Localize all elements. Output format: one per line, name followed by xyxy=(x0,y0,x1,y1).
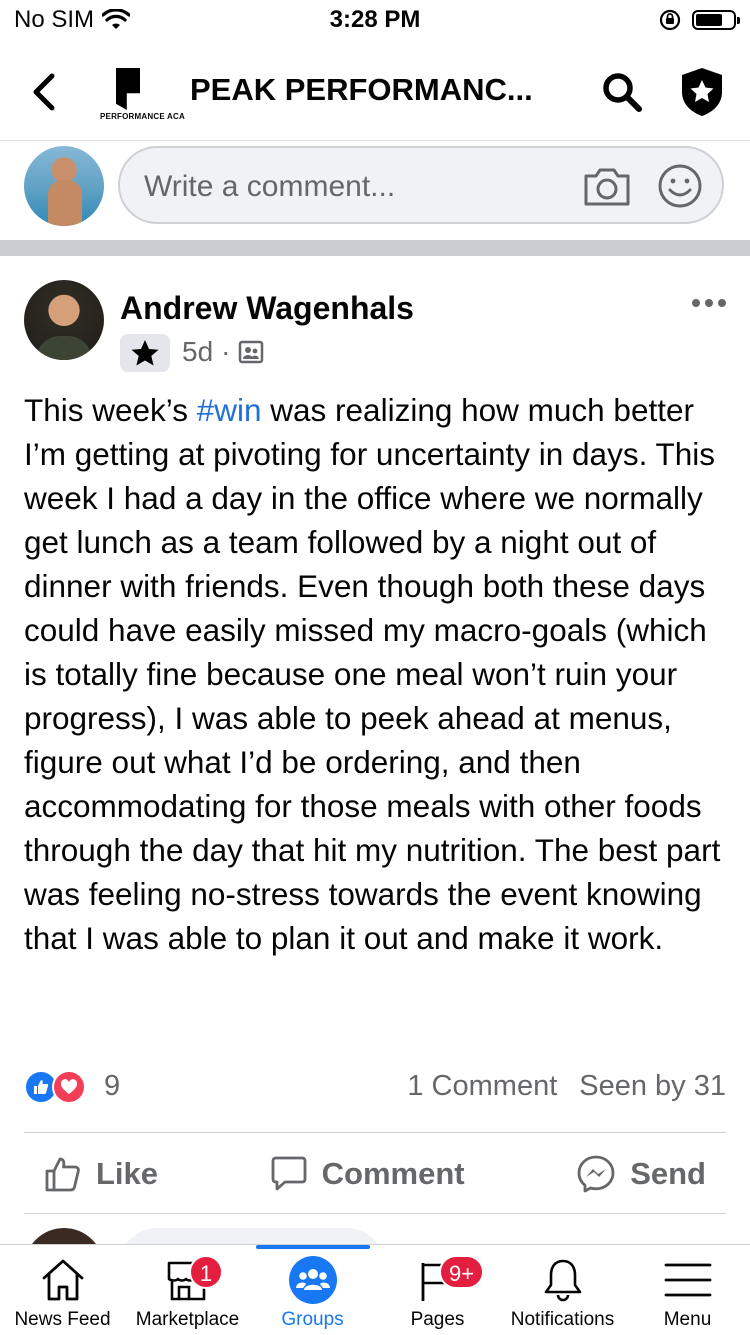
search-icon xyxy=(603,73,642,112)
tab-label-notifications: Notifications xyxy=(510,1309,615,1330)
tab-label-marketplace: Marketplace xyxy=(135,1309,240,1330)
groups-icon xyxy=(289,1256,337,1304)
current-user-avatar[interactable] xyxy=(24,146,104,226)
smiley-icon xyxy=(658,164,702,208)
seen-count[interactable]: Seen by 31 xyxy=(579,1070,726,1103)
like-label: Like xyxy=(96,1156,159,1191)
home-icon xyxy=(42,1259,84,1301)
comment-button[interactable]: Comment xyxy=(250,1155,485,1193)
reaction-count[interactable]: 9 xyxy=(104,1070,120,1103)
tab-groups[interactable]: Groups xyxy=(250,1245,375,1335)
comment-input[interactable]: Write a comment... xyxy=(118,146,724,224)
group-logo[interactable]: PERFORMANCE ACA xyxy=(100,66,185,124)
tab-label-groups: Groups xyxy=(281,1309,344,1330)
tab-notifications[interactable]: Notifications xyxy=(500,1245,625,1335)
post-options-button[interactable] xyxy=(692,296,726,310)
peak-logo-mark xyxy=(116,68,140,110)
hashtag-link[interactable]: #win xyxy=(197,392,262,428)
rotation-lock-icon xyxy=(659,9,681,31)
tab-pages[interactable]: 9+ Pages xyxy=(375,1245,500,1335)
reactions-summary[interactable] xyxy=(24,1070,90,1106)
post-actions: Like Comment Send xyxy=(24,1136,726,1212)
meta-separator: · xyxy=(221,336,231,367)
tab-marketplace[interactable]: 1 Marketplace xyxy=(125,1245,250,1335)
post-body: This week’s #win was realizing how much … xyxy=(24,388,734,960)
post-time[interactable]: 5d xyxy=(182,336,213,368)
camera-button[interactable] xyxy=(582,162,632,210)
send-button[interactable]: Send xyxy=(556,1154,726,1194)
messenger-icon xyxy=(577,1155,615,1193)
actions-divider-bottom xyxy=(24,1213,726,1214)
group-header: PERFORMANCE ACA PEAK PERFORMANC... xyxy=(0,44,750,141)
status-right xyxy=(658,8,740,32)
search-button[interactable] xyxy=(600,70,644,114)
pages-badge: 9+ xyxy=(439,1255,485,1289)
comment-composer: Write a comment... xyxy=(0,142,750,240)
emoji-button[interactable] xyxy=(656,162,704,210)
comment-count[interactable]: 1 Comment xyxy=(407,1070,557,1103)
battery-icon xyxy=(692,10,740,30)
author-name[interactable]: Andrew Wagenhals xyxy=(120,290,414,327)
camera-icon xyxy=(584,168,630,206)
author-avatar[interactable] xyxy=(24,280,104,360)
shield-star-icon xyxy=(682,68,722,116)
tab-label-menu: Menu xyxy=(663,1309,712,1330)
tab-news-feed[interactable]: News Feed xyxy=(0,1245,125,1335)
tab-menu[interactable]: Menu xyxy=(625,1245,750,1335)
status-bar: No SIM 3:28 PM xyxy=(0,0,750,40)
chevron-left-icon xyxy=(33,73,55,111)
comment-label: Comment xyxy=(321,1156,465,1191)
hamburger-icon xyxy=(664,1263,712,1297)
love-reaction-icon xyxy=(52,1070,86,1104)
post-stats-right: 1 Comment Seen by 31 xyxy=(407,1070,726,1103)
comment-placeholder: Write a comment... xyxy=(144,170,396,203)
like-button[interactable]: Like xyxy=(24,1155,178,1193)
post-stats: 9 1 Comment Seen by 31 xyxy=(24,1066,726,1110)
section-divider xyxy=(0,240,750,256)
tab-label-pages: Pages xyxy=(410,1309,465,1330)
admin-shield-button[interactable] xyxy=(678,66,726,118)
marketplace-badge: 1 xyxy=(189,1255,223,1289)
comment-bubble-icon xyxy=(271,1156,307,1191)
clock: 3:28 PM xyxy=(329,6,421,33)
post-meta: 5d · xyxy=(182,336,264,368)
send-label: Send xyxy=(630,1156,706,1191)
actions-divider-top xyxy=(24,1132,726,1133)
back-button[interactable] xyxy=(30,68,70,116)
group-members-icon xyxy=(239,340,264,364)
post-text-start: This week’s xyxy=(24,392,197,428)
thumbs-up-icon xyxy=(45,1157,80,1192)
post-text-rest: was realizing how much better I’m gettin… xyxy=(24,392,721,956)
group-title[interactable]: PEAK PERFORMANC... xyxy=(190,72,533,108)
bell-icon xyxy=(544,1259,582,1302)
member-badge[interactable] xyxy=(120,334,170,372)
tab-label-news-feed: News Feed xyxy=(14,1309,111,1330)
bottom-tab-bar: News Feed 1 Marketplace Groups 9+ Pages … xyxy=(0,1244,750,1335)
star-icon xyxy=(131,340,159,366)
logo-wordmark: PERFORMANCE ACA xyxy=(100,112,185,121)
